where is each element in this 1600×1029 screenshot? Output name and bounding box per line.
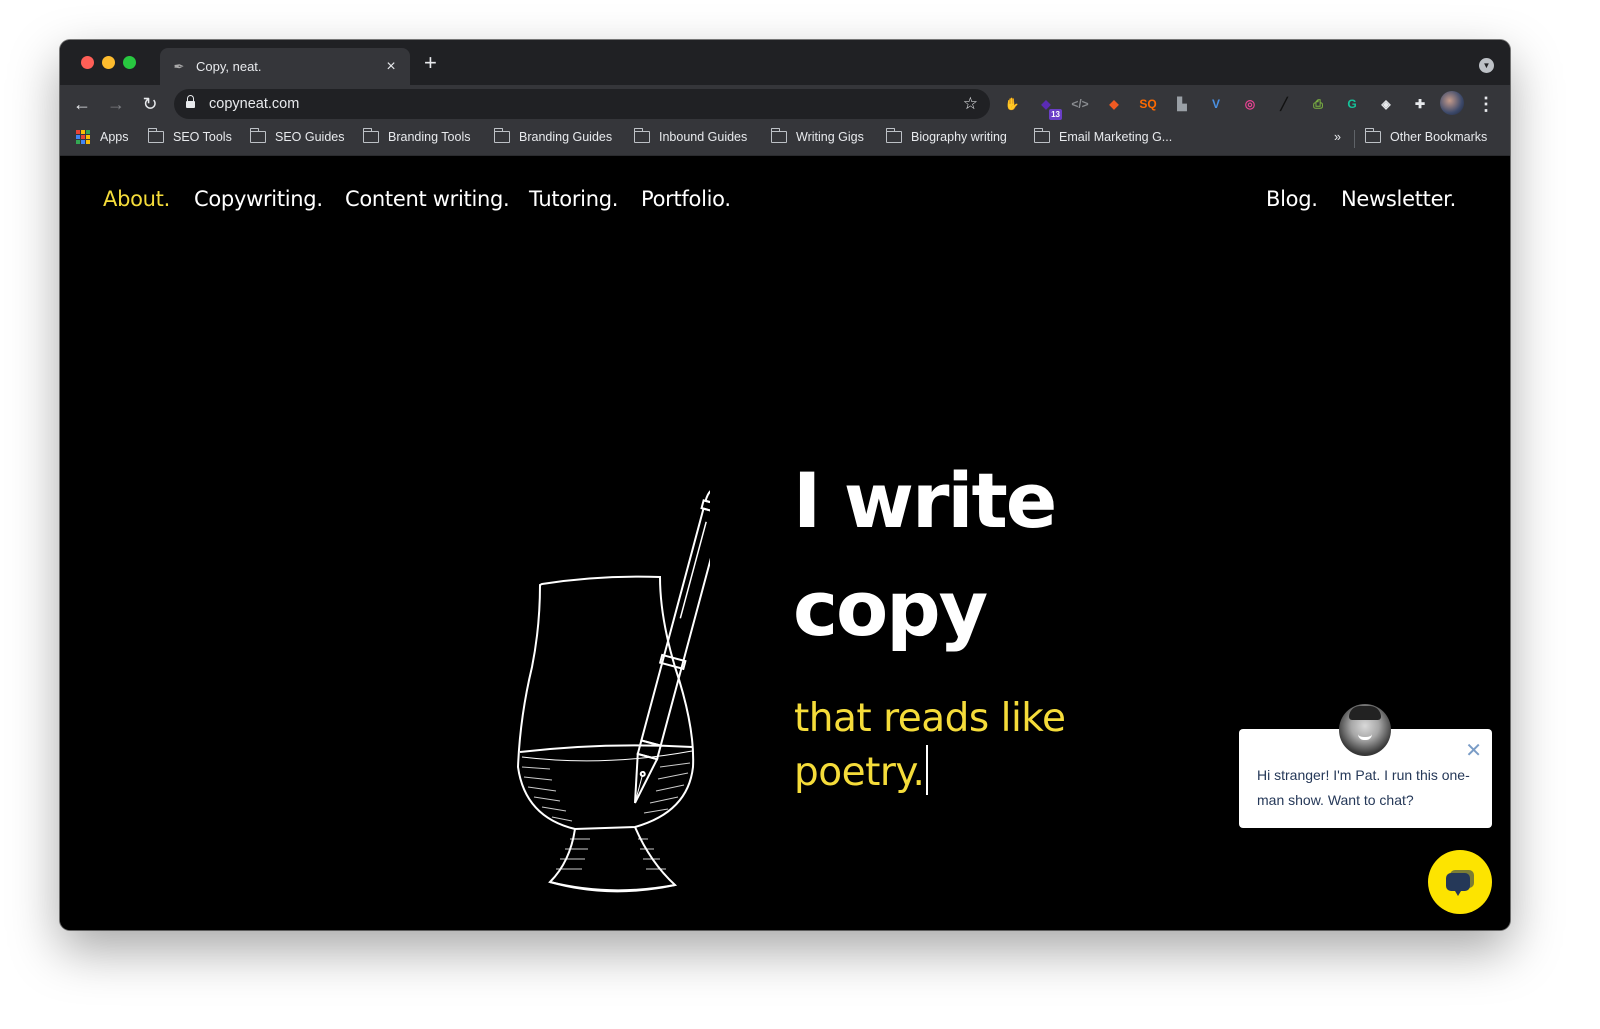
hero-title: I write copy xyxy=(793,456,1057,653)
bookmark-folder[interactable]: Branding Tools xyxy=(363,128,470,144)
chat-agent-avatar xyxy=(1339,704,1391,756)
address-bar[interactable]: copyneat.com ☆ xyxy=(174,89,990,119)
browser-menu-icon[interactable]: ⋮ xyxy=(1476,94,1496,114)
fox-extension-icon[interactable]: ◆ xyxy=(1104,94,1124,114)
bookmarks-bar: Apps SEO Tools SEO Guides Branding Tools Bra… xyxy=(60,123,1510,156)
other-bookmarks[interactable]: Other Bookmarks xyxy=(1365,128,1487,144)
forward-button[interactable]: → xyxy=(104,92,128,116)
maximize-window-button[interactable] xyxy=(123,56,136,69)
tab-strip: ✒ Copy, neat. × + ▼ xyxy=(60,40,1510,85)
nav-blog[interactable]: Blog. xyxy=(1266,187,1318,211)
chat-bubble-icon xyxy=(1446,870,1474,896)
grammarly-icon[interactable]: G xyxy=(1342,94,1362,114)
pen-extension-icon[interactable]: ╱ xyxy=(1274,94,1294,114)
folder-icon xyxy=(634,128,650,143)
stack-extension-icon[interactable]: ◆ 13 xyxy=(1036,94,1062,120)
nav-tutoring[interactable]: Tutoring. xyxy=(529,187,618,211)
fountain-pen xyxy=(633,487,710,804)
bookmarks-divider xyxy=(1354,130,1355,148)
bookmark-folder[interactable]: Email Marketing G... xyxy=(1034,128,1172,144)
nav-portfolio[interactable]: Portfolio. xyxy=(641,187,731,211)
chat-launcher-button[interactable] xyxy=(1428,850,1492,914)
code-extension-icon[interactable]: </> xyxy=(1070,94,1090,114)
profile-avatar[interactable] xyxy=(1440,91,1464,115)
bookmark-folder[interactable]: Writing Gigs xyxy=(771,128,864,144)
bookmark-apps[interactable]: Apps xyxy=(76,130,129,144)
extensions-puzzle-icon[interactable]: ✚ xyxy=(1410,94,1430,114)
adblock-icon[interactable]: ✋ xyxy=(1002,94,1022,114)
folder-icon xyxy=(363,128,379,143)
glass-outline xyxy=(516,575,695,893)
nav-copywriting[interactable]: Copywriting. xyxy=(194,187,323,211)
minimize-window-button[interactable] xyxy=(102,56,115,69)
browser-window: ✒ Copy, neat. × + ▼ ← → ↻ copyneat.com ☆… xyxy=(60,40,1510,930)
print-extension-icon[interactable]: ⎙ xyxy=(1308,94,1328,114)
close-tab-icon[interactable]: × xyxy=(382,58,400,76)
back-button[interactable]: ← xyxy=(70,92,94,116)
browser-toolbar: ← → ↻ copyneat.com ☆ ✋ ◆ 13 </> ◆ SQ ▙ V ◎ ╱ ⎙ G ◈ ✚ … xyxy=(60,85,1510,123)
close-window-button[interactable] xyxy=(81,56,94,69)
pen-glass-icon: ✒ xyxy=(173,58,185,74)
lock-icon[interactable] xyxy=(186,94,195,110)
tab-search-dropdown-icon[interactable]: ▼ xyxy=(1479,58,1494,73)
browser-tab[interactable]: ✒ Copy, neat. × xyxy=(160,48,410,85)
hero-subtitle: that reads like poetry. xyxy=(794,696,1066,795)
reload-button[interactable]: ↻ xyxy=(138,92,162,116)
folder-icon xyxy=(1034,128,1050,143)
url-text[interactable]: copyneat.com xyxy=(209,96,963,112)
folder-icon xyxy=(148,128,164,143)
folder-icon xyxy=(1365,128,1381,143)
nav-content-writing[interactable]: Content writing. xyxy=(345,187,510,211)
tab-title: Copy, neat. xyxy=(196,59,262,74)
bookmark-folder[interactable]: SEO Guides xyxy=(250,128,344,144)
tag-extension-icon[interactable]: ◈ xyxy=(1376,94,1396,114)
chat-message: Hi stranger! I'm Pat. I run this one-man… xyxy=(1257,767,1470,808)
apps-grid-icon xyxy=(76,130,90,144)
color-ring-icon[interactable]: ◎ xyxy=(1240,94,1260,114)
bookmark-folder[interactable]: Biography writing xyxy=(886,128,1007,144)
bookmark-folder[interactable]: Branding Guides xyxy=(494,128,612,144)
folder-icon xyxy=(250,128,266,143)
nav-newsletter[interactable]: Newsletter. xyxy=(1341,187,1456,211)
extension-badge: 13 xyxy=(1049,109,1062,120)
bookmark-folder[interactable]: Inbound Guides xyxy=(634,128,747,144)
bookmark-star-icon[interactable]: ☆ xyxy=(963,94,978,114)
glass-and-pen-illustration xyxy=(516,487,710,893)
sq-extension-icon[interactable]: SQ xyxy=(1138,94,1158,114)
typing-cursor xyxy=(926,745,929,795)
v-extension-icon[interactable]: V xyxy=(1206,94,1226,114)
bookmarks-overflow-button[interactable]: » xyxy=(1334,130,1341,144)
nav-about[interactable]: About. xyxy=(103,187,170,211)
folder-icon xyxy=(886,128,902,143)
close-chat-icon[interactable]: ✕ xyxy=(1465,741,1482,761)
puzzle-blocks-icon[interactable]: ▙ xyxy=(1172,94,1192,114)
folder-icon xyxy=(494,128,510,143)
folder-icon xyxy=(771,128,787,143)
web-page: About. Copywriting. Content writing. Tut… xyxy=(60,157,1510,930)
new-tab-button[interactable]: + xyxy=(424,52,437,74)
bookmark-folder[interactable]: SEO Tools xyxy=(148,128,232,144)
